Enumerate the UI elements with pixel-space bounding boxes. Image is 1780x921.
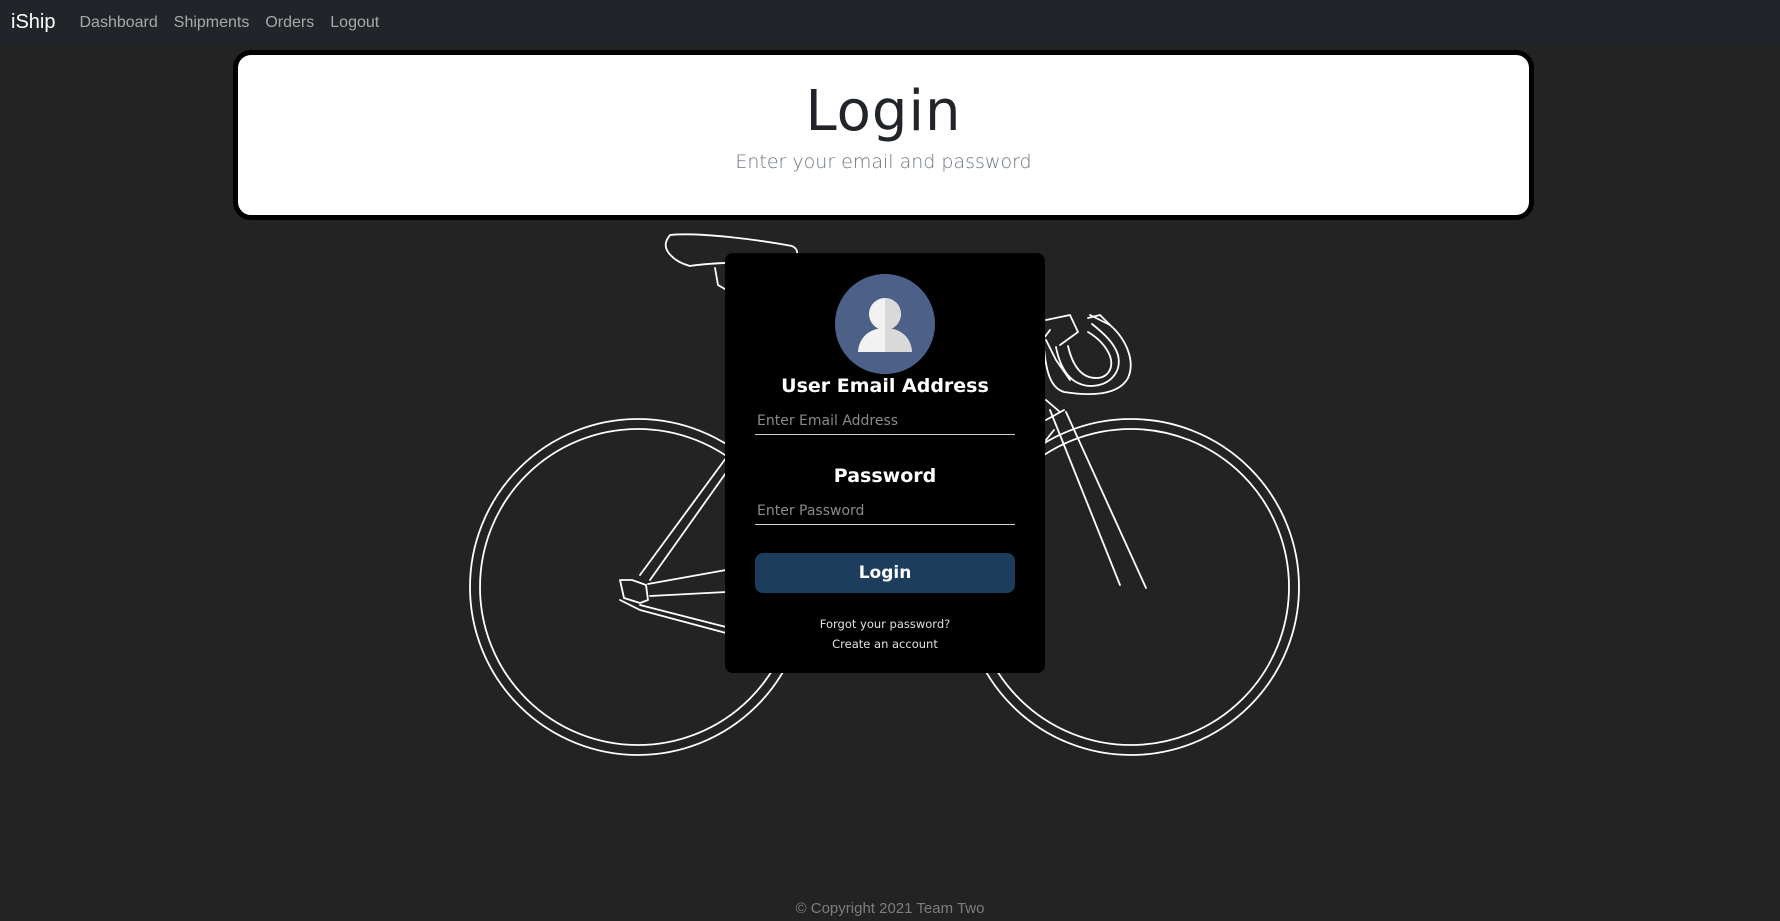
create-account-link[interactable]: Create an account <box>725 637 1045 651</box>
brand-logo[interactable]: iShip <box>11 11 55 34</box>
nav-link-dashboard[interactable]: Dashboard <box>79 14 157 32</box>
password-label: Password <box>833 465 937 487</box>
nav-link-shipments[interactable]: Shipments <box>174 14 250 32</box>
footer-copyright: © Copyright 2021 Team Two <box>795 900 985 917</box>
page-title: Login <box>805 79 962 144</box>
nav-link-orders[interactable]: Orders <box>265 14 314 32</box>
email-input[interactable] <box>755 407 1015 435</box>
page-subtitle: Enter your email and password <box>735 150 1032 173</box>
forgot-password-link[interactable]: Forgot your password? <box>725 617 1045 631</box>
page-header-card: Login Enter your email and password <box>233 50 1534 220</box>
login-button[interactable]: Login <box>755 553 1015 593</box>
password-input[interactable] <box>755 497 1015 525</box>
email-label: User Email Address <box>781 375 989 397</box>
top-navbar: iShip Dashboard Shipments Orders Logout <box>0 0 1780 45</box>
nav-link-logout[interactable]: Logout <box>330 14 379 32</box>
user-avatar-icon <box>835 274 935 374</box>
login-card: User Email Address Password Login Forgot… <box>725 253 1045 673</box>
